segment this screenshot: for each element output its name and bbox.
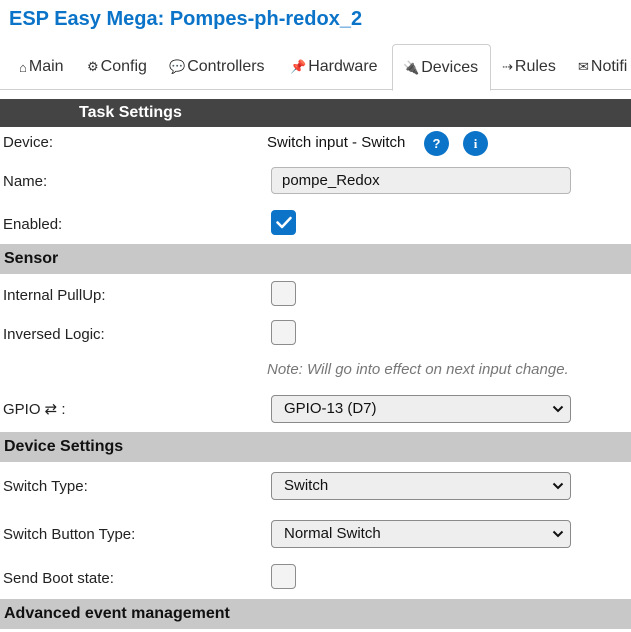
help-icon[interactable]: ? — [424, 131, 449, 156]
inversed-logic-checkbox[interactable] — [271, 320, 296, 345]
switch-button-type-label: Switch Button Type: — [3, 526, 136, 543]
name-label: Name: — [3, 173, 48, 190]
device-value: Switch input - Switch — [267, 134, 406, 151]
tab-notifications[interactable]: ✉ Notifi — [578, 44, 627, 90]
tab-main[interactable]: ⌂ Main — [19, 44, 64, 90]
chevron-down-icon — [552, 530, 564, 538]
chat-icon: 💬 — [169, 59, 186, 74]
arrow-right-icon: ⇢ — [502, 59, 513, 74]
device-settings-section-header: Device Settings — [0, 432, 631, 462]
chevron-down-icon — [552, 482, 564, 490]
gear-icon: ⚙ — [87, 59, 99, 74]
send-boot-state-checkbox[interactable] — [271, 564, 296, 589]
sensor-section-title: Sensor — [4, 250, 59, 267]
tab-config[interactable]: ⚙ Config — [87, 44, 147, 90]
device-settings-section-title: Device Settings — [4, 438, 124, 455]
enabled-label: Enabled: — [3, 216, 63, 233]
tab-label: Controllers — [187, 58, 265, 75]
tab-label: Config — [100, 58, 147, 75]
inversed-logic-note: Note: Will go into effect on next input … — [267, 361, 569, 378]
tab-devices[interactable]: 🔌 Devices — [392, 44, 491, 91]
gpio-label: GPIO ⇄ : — [3, 401, 66, 418]
switch-type-select[interactable]: Switch — [271, 472, 571, 500]
info-icon[interactable]: i — [463, 131, 488, 156]
gpio-select[interactable]: GPIO-13 (D7) — [271, 395, 571, 423]
task-settings-title: Task Settings — [79, 104, 182, 121]
checkmark-icon — [275, 216, 292, 229]
sensor-section-header: Sensor — [0, 244, 631, 274]
tab-hardware[interactable]: 📌 Hardware — [290, 44, 378, 90]
tab-label: Hardware — [308, 58, 378, 75]
page-title: ESP Easy Mega: Pompes-ph-redox_2 — [9, 8, 363, 30]
advanced-section-title: Advanced event management — [4, 605, 230, 622]
tab-bar: ⌂ Main ⚙ Config 💬 Controllers 📌 Hardware 🔌 De… — [0, 44, 631, 91]
switch-type-value: Switch — [284, 477, 329, 494]
device-label: Device: — [3, 134, 54, 151]
pushpin-icon: 📌 — [290, 59, 307, 74]
send-boot-state-label: Send Boot state: — [3, 570, 114, 587]
advanced-section-header: Advanced event management — [0, 599, 631, 629]
name-input[interactable]: pompe_Redox — [271, 167, 571, 194]
inversed-logic-label: Inversed Logic: — [3, 326, 105, 343]
tab-rules[interactable]: ⇢ Rules — [502, 44, 556, 90]
home-icon: ⌂ — [19, 59, 27, 75]
plug-icon: 🔌 — [403, 59, 420, 75]
tab-label: Rules — [514, 58, 556, 75]
task-settings-header: Task Settings — [0, 99, 631, 127]
enabled-checkbox[interactable] — [271, 210, 296, 235]
pullup-checkbox[interactable] — [271, 281, 296, 306]
envelope-icon: ✉ — [578, 59, 589, 74]
tab-controllers[interactable]: 💬 Controllers — [169, 44, 265, 90]
tab-label: Notifi — [590, 58, 628, 75]
pullup-label: Internal PullUp: — [3, 287, 106, 304]
tab-label: Devices — [421, 58, 479, 76]
gpio-select-value: GPIO-13 (D7) — [284, 400, 377, 417]
switch-button-type-select[interactable]: Normal Switch — [271, 520, 571, 548]
tab-label: Main — [28, 58, 64, 75]
chevron-down-icon — [552, 405, 564, 413]
switch-button-type-value: Normal Switch — [284, 525, 381, 542]
switch-type-label: Switch Type: — [3, 478, 88, 495]
